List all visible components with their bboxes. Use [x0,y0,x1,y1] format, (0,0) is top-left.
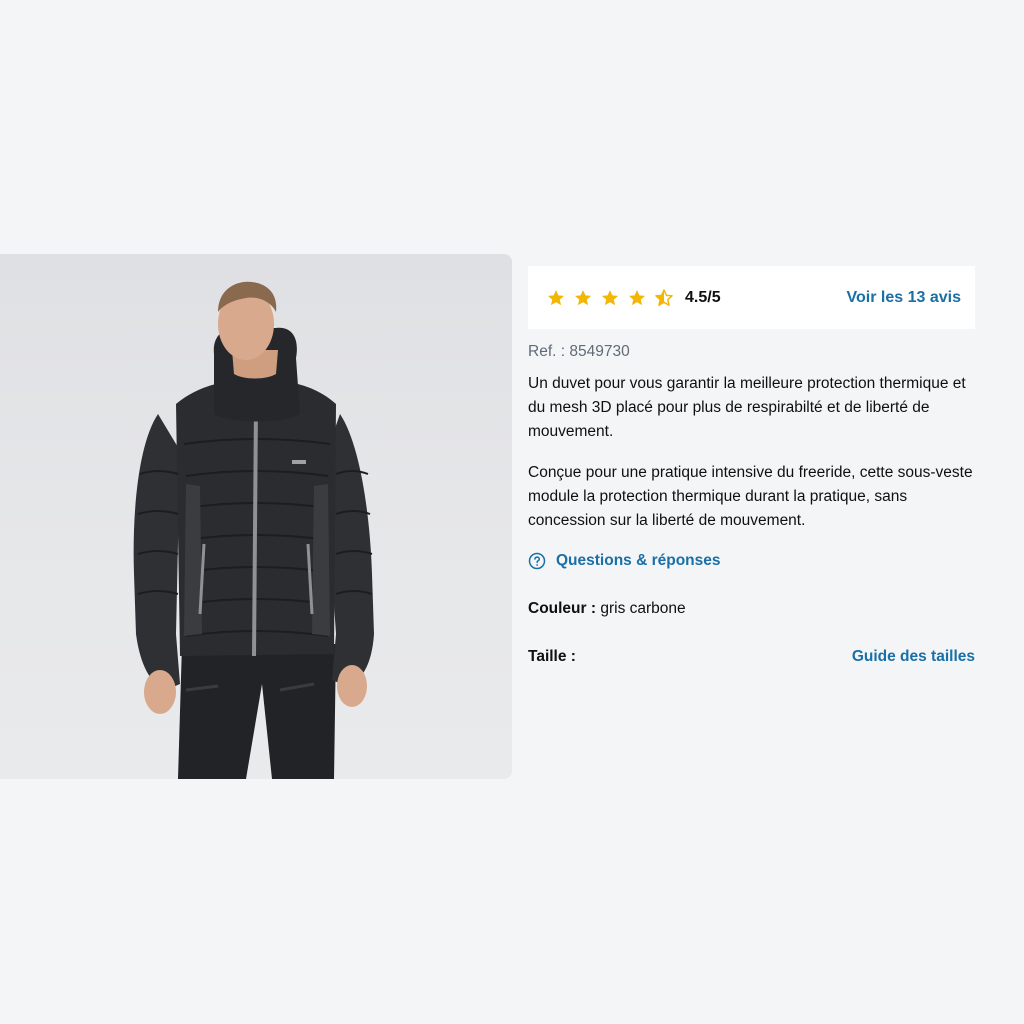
rating-box: 4.5/5 Voir les 13 avis [528,266,975,329]
reviews-link[interactable]: Voir les 13 avis [847,289,961,307]
questions-answers-link[interactable]: Questions & réponses [528,552,975,570]
rating-value: 4.5/5 [685,288,721,306]
product-description: Un duvet pour vous garantir la meilleure… [528,375,966,440]
star-icon [574,289,592,305]
star-icon [628,289,646,305]
size-row: Taille : Guide des tailles [528,648,975,666]
star-icon [601,289,619,305]
color-row: Couleur : gris carbone [528,600,975,618]
color-label: Couleur : [528,600,597,617]
product-reference: Ref. : 8549730 [528,343,630,360]
star-icon [547,289,565,305]
color-value: gris carbone [600,600,686,617]
model-jacket-illustration [133,281,374,779]
product-image[interactable] [0,254,512,779]
size-label: Taille : [528,648,576,665]
question-circle-icon [528,552,546,570]
rating-stars [546,288,674,308]
product-section: 4.5/5 Voir les 13 avis Ref. : 8549730 Un… [0,254,1024,780]
questions-answers-label: Questions & réponses [556,552,721,569]
product-info: 4.5/5 Voir les 13 avis Ref. : 8549730 Un… [528,254,975,666]
half-star-icon [655,288,673,306]
product-description: Conçue pour une pratique intensive du fr… [528,464,973,529]
size-guide-link[interactable]: Guide des tailles [852,648,975,666]
